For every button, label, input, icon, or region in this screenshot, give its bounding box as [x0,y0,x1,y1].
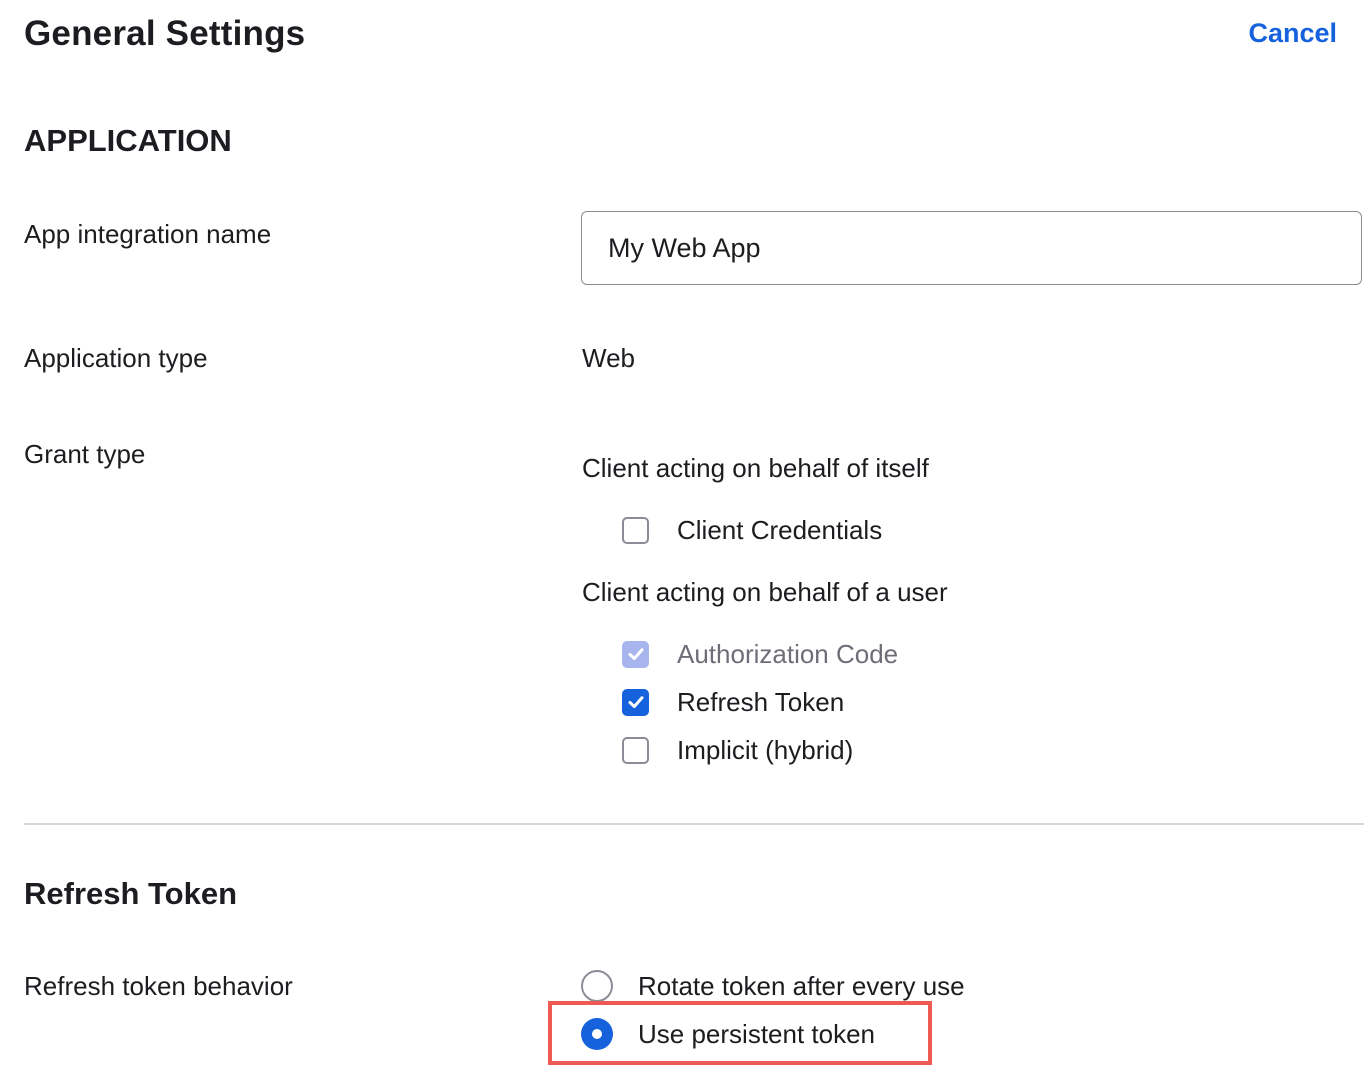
app-integration-name-input[interactable] [581,211,1362,285]
checkmark-icon [628,648,643,660]
client-credentials-option[interactable]: Client Credentials [621,513,882,547]
app-integration-name-label: App integration name [24,219,272,249]
implicit-hybrid-label: Implicit (hybrid) [677,734,854,765]
grant-type-label: Grant type [24,439,146,469]
refresh-token-option[interactable]: Refresh Token [621,685,844,719]
refresh-token-label: Refresh Token [677,686,845,717]
application-section-title: APPLICATION [24,123,232,158]
checkmark-icon [628,696,643,708]
page-title: General Settings [24,14,306,53]
authorization-code-checkbox [622,640,649,668]
cancel-button[interactable]: Cancel [1248,18,1337,49]
group-label-user: Client acting on behalf of a user [582,577,948,607]
implicit-hybrid-option[interactable]: Implicit (hybrid) [621,733,853,767]
section-divider [24,823,1364,825]
refresh-token-behavior-label: Refresh token behavior [24,971,293,1001]
authorization-code-label: Authorization Code [677,638,899,669]
application-type-label: Application type [24,343,208,373]
group-label-itself: Client acting on behalf of itself [582,453,929,483]
refresh-token-section-title: Refresh Token [24,876,238,911]
client-credentials-label: Client Credentials [677,514,883,545]
rotate-token-option[interactable]: Rotate token after every use [581,968,965,1004]
rotate-token-radio[interactable] [581,970,613,1002]
client-credentials-checkbox[interactable] [622,516,649,544]
persistent-token-radio[interactable] [581,1018,613,1050]
refresh-token-checkbox[interactable] [622,688,649,716]
application-type-value: Web [582,343,635,373]
implicit-hybrid-checkbox[interactable] [622,736,649,764]
persistent-token-option[interactable]: Use persistent token [581,1016,875,1052]
persistent-token-label: Use persistent token [638,1018,876,1049]
rotate-token-label: Rotate token after every use [638,970,965,1001]
authorization-code-option: Authorization Code [621,637,898,671]
